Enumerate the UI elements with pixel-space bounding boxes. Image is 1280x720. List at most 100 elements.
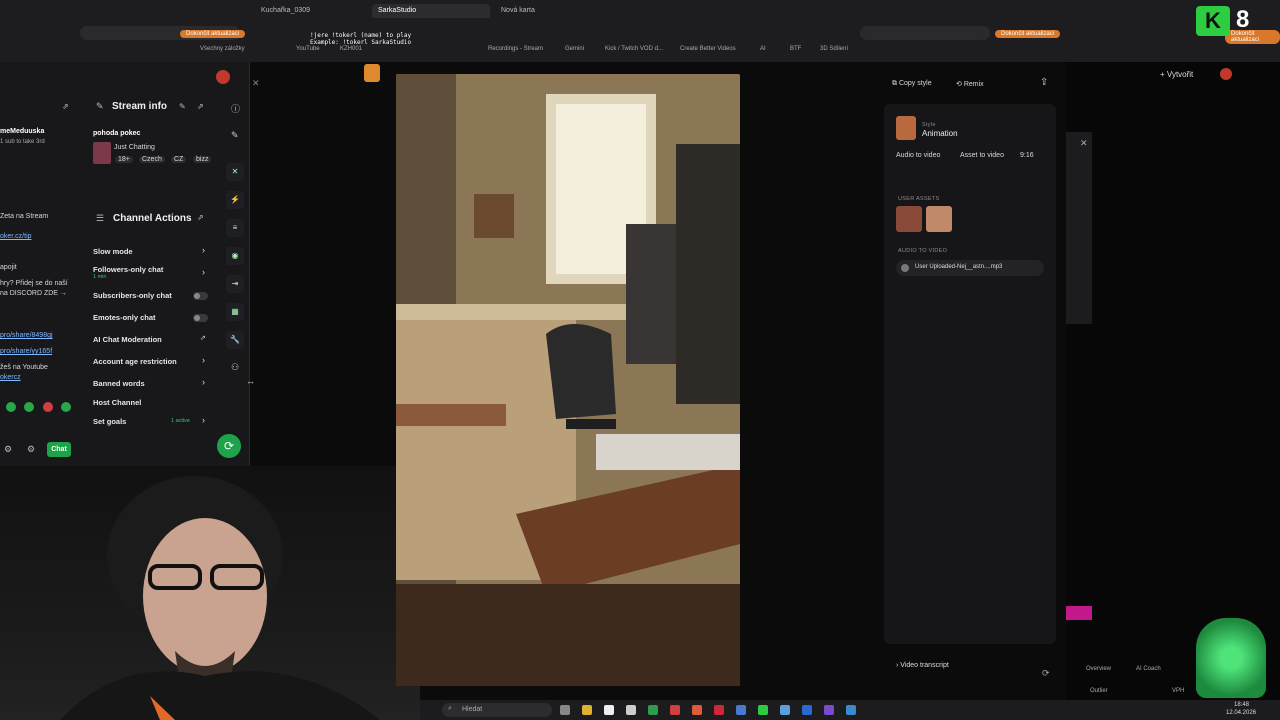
- clock-date[interactable]: 12.04.2026: [1226, 710, 1256, 716]
- ai-chat-moderation-label[interactable]: AI Chat Moderation: [93, 335, 162, 344]
- chevron-right-icon[interactable]: ›: [202, 355, 205, 365]
- app-icon[interactable]: [846, 705, 856, 715]
- update-button-far[interactable]: Dokončit aktualizaci: [1225, 30, 1280, 44]
- tiktok-icon[interactable]: [604, 705, 614, 715]
- list-icon[interactable]: ≡: [226, 219, 244, 237]
- bookmark[interactable]: KZH001: [340, 46, 362, 52]
- refresh-button[interactable]: ⟳: [217, 434, 241, 458]
- app-icon[interactable]: [780, 705, 790, 715]
- popout-icon[interactable]: ⇗: [197, 102, 204, 111]
- emotes-only-label[interactable]: Emotes-only chat: [93, 313, 156, 322]
- external-link-icon[interactable]: ⇗: [200, 334, 206, 342]
- address-bar-right[interactable]: [860, 26, 990, 40]
- bookmark[interactable]: YouTube: [296, 46, 320, 52]
- people-icon[interactable]: ⚇: [231, 362, 239, 373]
- bookmark[interactable]: Create Better Videos: [680, 46, 736, 52]
- edit-icon[interactable]: ✎: [179, 102, 186, 111]
- gear-icon[interactable]: ⚙: [27, 444, 35, 455]
- grid-icon[interactable]: ▦: [226, 303, 244, 321]
- app-icon[interactable]: [802, 705, 812, 715]
- set-goals-label[interactable]: Set goals: [93, 417, 126, 426]
- chevron-right-icon[interactable]: ›: [202, 377, 205, 387]
- tab-overview[interactable]: Overview: [1086, 666, 1111, 672]
- settings-icon[interactable]: ⚙: [4, 444, 12, 455]
- wrench-icon[interactable]: 🔧: [226, 331, 244, 349]
- info-icon[interactable]: ⓘ: [231, 102, 240, 115]
- tab-new[interactable]: Nová karta: [495, 4, 605, 18]
- split-icon[interactable]: ⇥: [226, 275, 244, 293]
- chrome-icon[interactable]: [692, 705, 702, 715]
- chat-button[interactable]: Chat: [47, 442, 71, 457]
- clock-time[interactable]: 18:48: [1234, 702, 1249, 708]
- emote-icon[interactable]: [61, 402, 71, 412]
- emotes-only-toggle[interactable]: [193, 314, 208, 322]
- refresh-icon[interactable]: ⟳: [1042, 668, 1050, 679]
- side-link[interactable]: pro/share/yy165f: [0, 348, 52, 355]
- bookmark[interactable]: 3D Sdílení: [820, 46, 848, 52]
- subscribers-only-toggle[interactable]: [193, 292, 208, 300]
- tab-sarkastudio[interactable]: SarkaStudio: [372, 4, 490, 18]
- xbox-icon[interactable]: [648, 705, 658, 715]
- bookmark[interactable]: Gemini: [565, 46, 584, 52]
- notification-icon[interactable]: [1220, 68, 1232, 80]
- category-name[interactable]: Just Chatting: [114, 144, 155, 151]
- popout-icon[interactable]: ⇗: [62, 102, 69, 111]
- chat-bubble-icon[interactable]: ◉: [226, 247, 244, 265]
- share-icon[interactable]: ⇪: [1040, 77, 1048, 88]
- chevron-right-icon[interactable]: ›: [202, 245, 205, 255]
- slow-mode-label[interactable]: Slow mode: [93, 247, 133, 256]
- chevron-right-icon[interactable]: ›: [202, 267, 205, 277]
- tag[interactable]: CZ: [171, 156, 187, 163]
- account-age-label[interactable]: Account age restriction: [93, 357, 177, 366]
- update-button-right[interactable]: Dokončit aktualizaci: [995, 30, 1061, 38]
- tab-kucharka[interactable]: Kuchařka_0309: [255, 4, 367, 18]
- followers-only-label[interactable]: Followers-only chat: [93, 265, 163, 274]
- record-icon[interactable]: [216, 70, 230, 84]
- create-button[interactable]: + Vytvořit: [1160, 70, 1193, 79]
- audio-file-chip[interactable]: User Uploaded-Nej__astn....mp3: [896, 260, 1044, 276]
- tag[interactable]: 18+: [115, 156, 133, 163]
- side-link[interactable]: pro/share/8498gj: [0, 332, 53, 339]
- mod-tool-icon[interactable]: ✕: [226, 163, 244, 181]
- tag[interactable]: Czech: [139, 156, 165, 163]
- copy-style-button[interactable]: ⧉ Copy style: [886, 77, 938, 91]
- side-link[interactable]: okercz: [0, 374, 21, 381]
- bookmark[interactable]: Recordings - Stream: [488, 46, 543, 52]
- kick-icon[interactable]: [758, 705, 768, 715]
- remix-button[interactable]: ⟲ Remix: [950, 77, 990, 91]
- app-icon[interactable]: [824, 705, 834, 715]
- folder-icon[interactable]: [582, 705, 592, 715]
- bookmark[interactable]: AI: [760, 46, 766, 52]
- taskview-icon[interactable]: [560, 705, 570, 715]
- video-transcript-toggle[interactable]: › Video transcript: [896, 662, 949, 669]
- app-icon[interactable]: [736, 705, 746, 715]
- resize-handle-icon[interactable]: ↔: [246, 376, 255, 386]
- bookmark[interactable]: BTF: [790, 46, 801, 52]
- bookmark[interactable]: Všechny záložky: [200, 46, 245, 52]
- taskbar-search[interactable]: ⌕ Hledat: [442, 703, 552, 717]
- video-preview[interactable]: [396, 74, 740, 686]
- chevron-right-icon[interactable]: ›: [202, 415, 205, 425]
- popout-icon[interactable]: ⇗: [197, 213, 204, 222]
- user-asset-thumbnail[interactable]: [926, 206, 952, 232]
- chrome-icon[interactable]: [670, 705, 680, 715]
- emote-icon[interactable]: [24, 402, 34, 412]
- close-icon[interactable]: ✕: [1080, 138, 1088, 149]
- chat-user-name[interactable]: meMeduuska: [0, 128, 44, 135]
- opera-icon[interactable]: [714, 705, 724, 715]
- bolt-icon[interactable]: ⚡: [226, 191, 244, 209]
- bookmark[interactable]: Kick / Twitch VOD d...: [605, 46, 663, 52]
- emote-icon[interactable]: [6, 402, 16, 412]
- tag[interactable]: bizz: [193, 156, 212, 163]
- close-icon[interactable]: ✕: [252, 78, 260, 89]
- subscribers-only-label[interactable]: Subscribers-only chat: [93, 291, 172, 300]
- update-button-left[interactable]: Dokončit aktualizaci: [180, 30, 246, 38]
- banned-words-label[interactable]: Banned words: [93, 379, 145, 388]
- user-asset-thumbnail[interactable]: [896, 206, 922, 232]
- host-channel-label[interactable]: Host Channel: [93, 398, 141, 407]
- edit-icon[interactable]: ✎: [231, 130, 239, 141]
- side-link[interactable]: oker.cz/tip: [0, 233, 32, 240]
- settings-icon[interactable]: [626, 705, 636, 715]
- tab-ai-coach[interactable]: AI Coach: [1136, 666, 1161, 672]
- emote-icon[interactable]: [43, 402, 53, 412]
